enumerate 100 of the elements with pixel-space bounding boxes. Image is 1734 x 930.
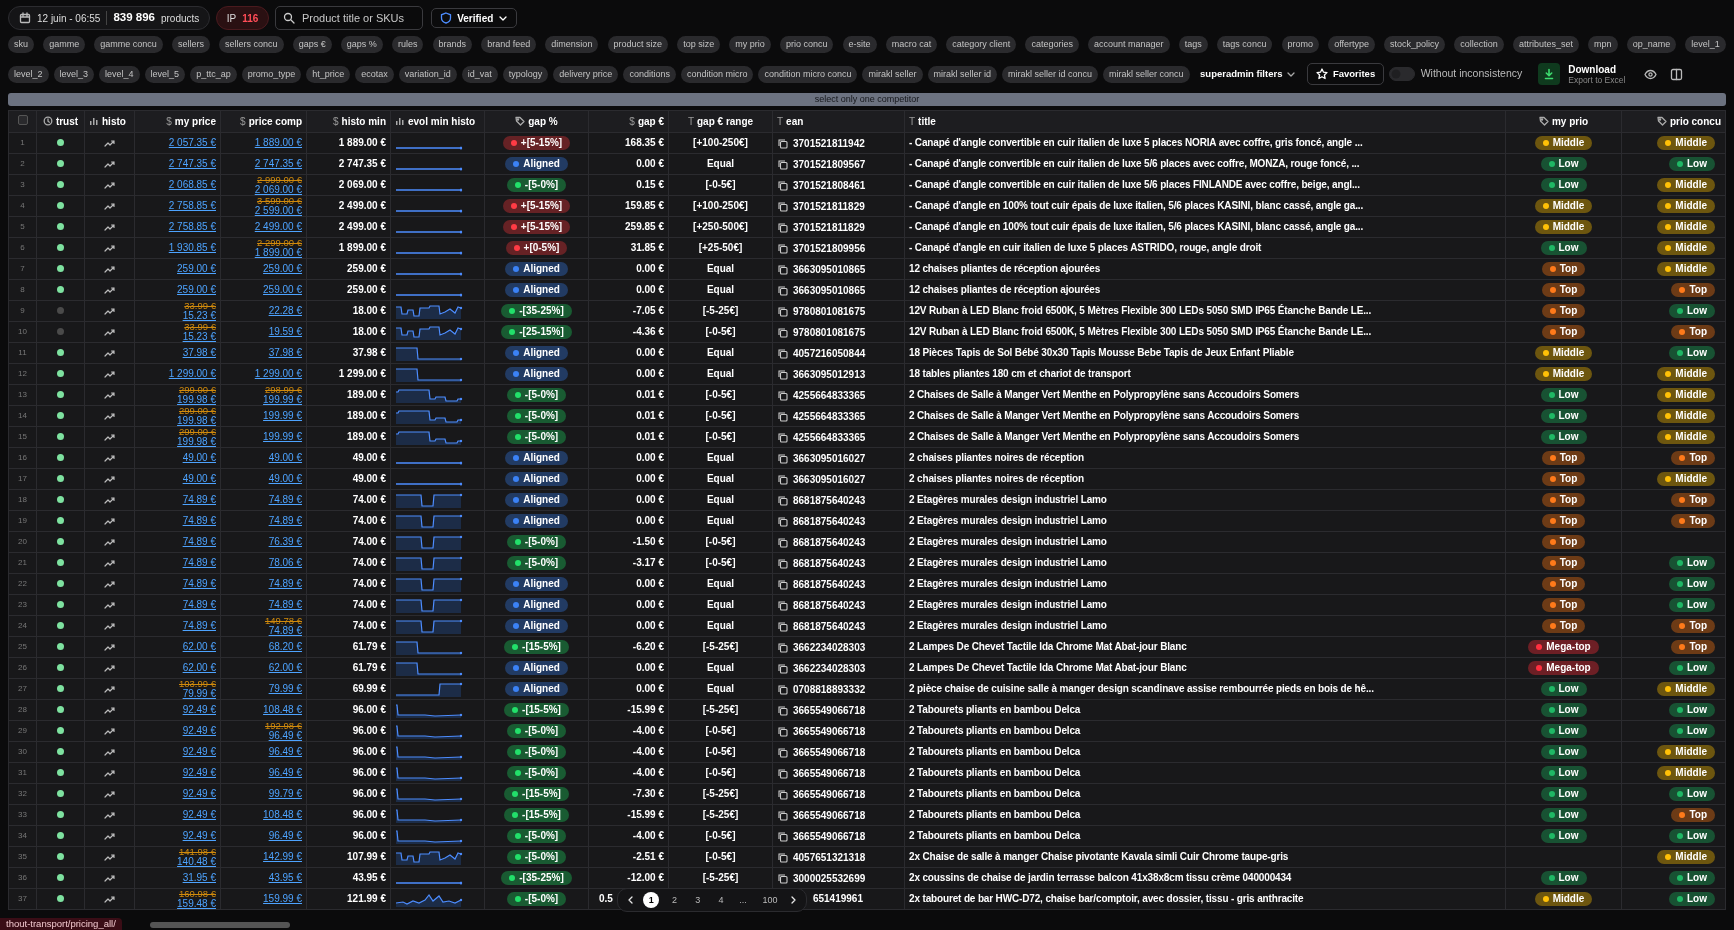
filter-chip[interactable]: top size	[677, 36, 721, 53]
trend-icon[interactable]	[104, 326, 115, 338]
trend-icon[interactable]	[104, 788, 115, 800]
copy-icon[interactable]	[777, 683, 788, 695]
copy-icon[interactable]	[777, 368, 788, 380]
copy-icon[interactable]	[777, 137, 788, 149]
filter-chip[interactable]: condition micro concu	[758, 65, 858, 83]
ip-pill[interactable]: IP 116	[215, 6, 270, 30]
filter-chip[interactable]: ecotax	[355, 65, 394, 83]
filter-chip[interactable]: level_4	[99, 65, 140, 83]
price-link[interactable]: 2 599.00 €	[225, 206, 302, 217]
filter-chip[interactable]: sellers concu	[219, 36, 284, 53]
trend-icon[interactable]	[104, 431, 115, 443]
column-header[interactable]: $ price comp	[220, 110, 307, 133]
filter-chip[interactable]: e-site	[842, 36, 877, 53]
trend-icon[interactable]	[104, 578, 115, 590]
copy-icon[interactable]	[777, 452, 788, 464]
copy-icon[interactable]	[777, 851, 788, 863]
price-link[interactable]: 199.99 €	[225, 395, 302, 406]
trend-icon[interactable]	[104, 536, 115, 548]
copy-icon[interactable]	[777, 746, 788, 758]
trend-icon[interactable]	[104, 683, 115, 695]
column-header[interactable]: T gap € range	[668, 110, 773, 133]
column-header[interactable]: my prio	[1505, 110, 1622, 133]
filter-chip[interactable]: promo_type	[241, 65, 302, 83]
price-link[interactable]: 15.23 €	[139, 311, 216, 322]
copy-icon[interactable]	[777, 557, 788, 569]
trend-icon[interactable]	[104, 242, 115, 254]
copy-icon[interactable]	[777, 179, 788, 191]
filter-chip[interactable]: typology	[502, 65, 549, 83]
columns-icon[interactable]	[1670, 67, 1684, 81]
page-button[interactable]: 4	[713, 891, 730, 908]
column-header[interactable]: histo	[84, 110, 135, 133]
filter-chip[interactable]: attributes_set	[1512, 36, 1579, 53]
copy-icon[interactable]	[777, 662, 788, 674]
filter-chip[interactable]: promo	[1281, 36, 1319, 53]
copy-icon[interactable]	[777, 809, 788, 821]
trend-icon[interactable]	[104, 641, 115, 653]
filter-chip[interactable]: p_ttc_ap	[190, 65, 237, 83]
copy-icon[interactable]	[777, 284, 788, 296]
price-link[interactable]: 2 069.00 €	[225, 185, 302, 196]
trend-icon[interactable]	[104, 872, 115, 884]
page-button[interactable]: 1	[643, 891, 660, 908]
column-header[interactable]: evol min histo	[390, 110, 485, 133]
copy-icon[interactable]	[777, 767, 788, 779]
trend-icon[interactable]	[104, 851, 115, 863]
filter-chip[interactable]: gaps %	[340, 36, 383, 53]
filter-chip[interactable]: sku	[8, 36, 34, 53]
filter-chip[interactable]: rules	[391, 36, 424, 53]
filter-chip[interactable]: prio concu	[779, 36, 834, 53]
copy-icon[interactable]	[777, 515, 788, 527]
trend-icon[interactable]	[104, 221, 115, 233]
search-field[interactable]: Product title or SKUs	[274, 6, 423, 30]
price-link[interactable]: 140.48 €	[139, 857, 216, 868]
trend-icon[interactable]	[104, 704, 115, 716]
trend-icon[interactable]	[104, 725, 115, 737]
copy-icon[interactable]	[777, 431, 788, 443]
filter-chip[interactable]: account manager	[1088, 36, 1170, 53]
copy-icon[interactable]	[777, 347, 788, 359]
copy-icon[interactable]	[777, 704, 788, 716]
filter-chip[interactable]: macro cat	[885, 36, 938, 53]
column-header[interactable]: trust	[36, 110, 85, 133]
trend-icon[interactable]	[104, 515, 115, 527]
trend-icon[interactable]	[104, 599, 115, 611]
price-link[interactable]: 159.48 €	[139, 899, 216, 910]
trend-icon[interactable]	[104, 473, 115, 485]
filter-chip[interactable]: stock_policy	[1384, 36, 1446, 53]
trend-icon[interactable]	[104, 347, 115, 359]
filter-chip[interactable]: categories	[1025, 36, 1079, 53]
copy-icon[interactable]	[777, 221, 788, 233]
copy-icon[interactable]	[777, 725, 788, 737]
trend-icon[interactable]	[104, 830, 115, 842]
copy-icon[interactable]	[777, 620, 788, 632]
filter-chip[interactable]: dimension	[545, 36, 599, 53]
trend-icon[interactable]	[104, 368, 115, 380]
column-header[interactable]: prio concu	[1621, 110, 1726, 133]
copy-icon[interactable]	[777, 830, 788, 842]
trend-icon[interactable]	[104, 137, 115, 149]
download-button[interactable]: Download Export to Excel	[1538, 63, 1626, 86]
copy-icon[interactable]	[777, 599, 788, 611]
copy-icon[interactable]	[777, 410, 788, 422]
eye-icon[interactable]	[1644, 67, 1658, 81]
trend-icon[interactable]	[104, 263, 115, 275]
trend-icon[interactable]	[104, 809, 115, 821]
filter-chip[interactable]: level_5	[144, 65, 186, 83]
filter-chip[interactable]: my prio	[729, 36, 771, 53]
price-link[interactable]: 15.23 €	[139, 332, 216, 343]
filter-chip[interactable]: gamme	[43, 36, 86, 53]
competitor-bar[interactable]: select only one competitor	[8, 93, 1726, 107]
filter-chip[interactable]: sellers	[171, 36, 210, 53]
filter-chip[interactable]: conditions	[623, 65, 676, 83]
price-link[interactable]: 199.98 €	[139, 416, 216, 427]
trend-icon[interactable]	[104, 452, 115, 464]
copy-icon[interactable]	[777, 578, 788, 590]
filter-chip[interactable]: op_name	[1626, 36, 1677, 53]
trend-icon[interactable]	[104, 494, 115, 506]
copy-icon[interactable]	[777, 473, 788, 485]
trend-icon[interactable]	[104, 179, 115, 191]
filter-chip[interactable]: tags concu	[1216, 36, 1273, 53]
price-link[interactable]: 199.98 €	[139, 395, 216, 406]
